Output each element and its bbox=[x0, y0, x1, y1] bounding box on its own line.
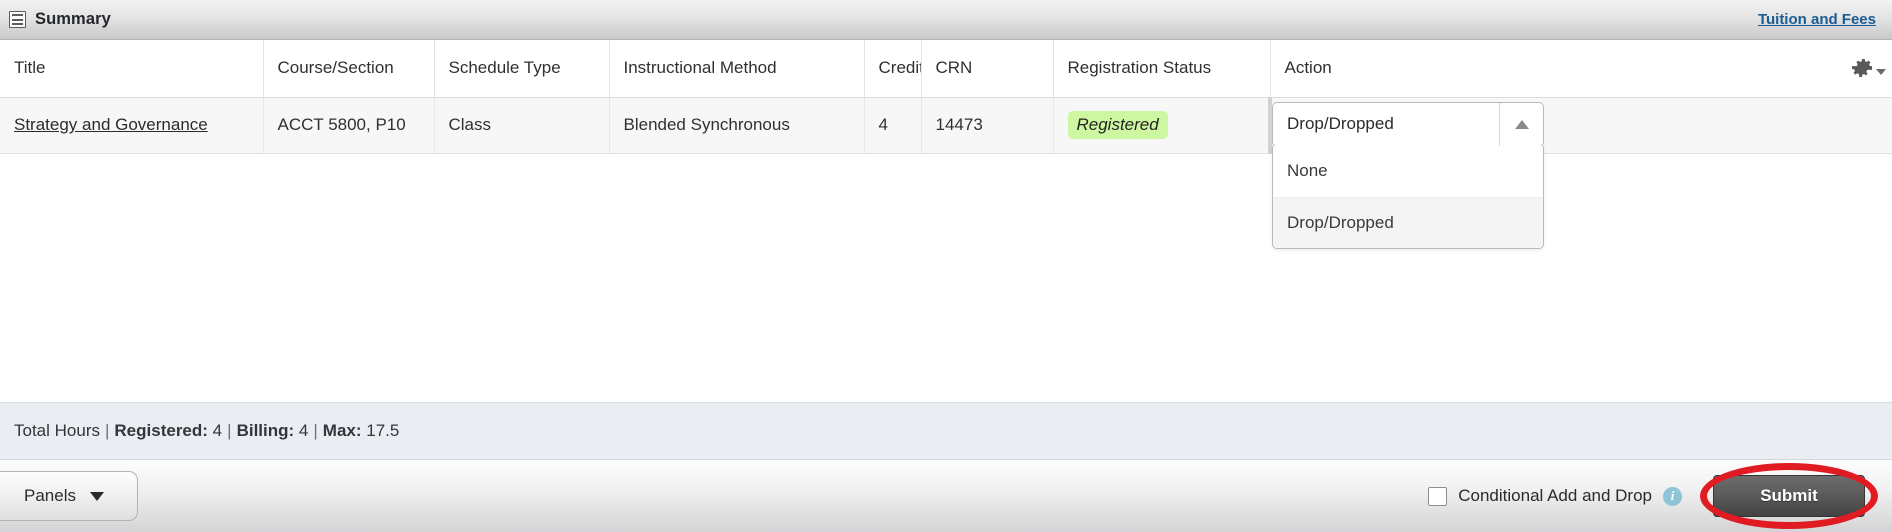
totals-separator-1: | bbox=[104, 421, 110, 440]
cell-crn: 14473 bbox=[921, 97, 1054, 154]
max-hours-value: 17.5 bbox=[366, 421, 400, 440]
billing-hours-label: Billing: bbox=[236, 421, 295, 440]
tuition-and-fees-link[interactable]: Tuition and Fees bbox=[1758, 11, 1876, 28]
panels-button-label: Panels bbox=[24, 486, 76, 505]
column-header-schedule-type[interactable]: Schedule Type bbox=[434, 40, 610, 98]
total-hours-summary: Total Hours | Registered: 4 | Billing: 4… bbox=[0, 402, 1892, 460]
submit-button[interactable]: Submit bbox=[1713, 475, 1865, 517]
action-dropdown-toggle[interactable] bbox=[1499, 102, 1543, 146]
totals-separator-3: | bbox=[313, 421, 318, 440]
grid-icon bbox=[9, 11, 26, 28]
action-dropdown-list[interactable]: None Drop/Dropped bbox=[1272, 145, 1544, 249]
action-dropdown-control[interactable]: Drop/Dropped bbox=[1272, 101, 1544, 147]
total-hours-label: Total Hours bbox=[14, 421, 100, 440]
summary-table: Title Course/Section Schedule Type Instr… bbox=[0, 40, 1892, 249]
conditional-add-drop-checkbox[interactable] bbox=[1428, 486, 1448, 506]
course-title-link[interactable]: Strategy and Governance bbox=[14, 115, 208, 134]
panel-header-left: Summary bbox=[0, 10, 111, 29]
panel-header: Summary Tuition and Fees bbox=[0, 0, 1892, 40]
chevron-down-icon bbox=[89, 491, 104, 501]
cell-title: Strategy and Governance bbox=[0, 97, 264, 154]
bottom-action-bar: Panels Conditional Add and Drop i Submit bbox=[0, 460, 1892, 532]
gear-icon[interactable] bbox=[1849, 55, 1875, 81]
action-dropdown-option-none[interactable]: None bbox=[1273, 146, 1543, 197]
cell-action: Drop/Dropped None Drop/Dropped bbox=[1268, 97, 1892, 249]
cell-credits: 4 bbox=[864, 97, 922, 154]
table-settings-control[interactable] bbox=[1849, 55, 1886, 81]
column-header-instructional-method[interactable]: Instructional Method bbox=[609, 40, 865, 98]
submit-button-wrapper: Submit bbox=[1700, 463, 1878, 529]
summary-table-container: Title Course/Section Schedule Type Instr… bbox=[0, 40, 1892, 402]
column-header-credits[interactable]: Credits bbox=[864, 40, 922, 98]
column-header-registration-status[interactable]: Registration Status bbox=[1053, 40, 1271, 98]
billing-hours-value: 4 bbox=[298, 421, 309, 440]
cell-schedule-type: Class bbox=[434, 97, 610, 154]
totals-separator-2: | bbox=[227, 421, 232, 440]
registered-hours-value: 4 bbox=[212, 421, 223, 440]
panels-button[interactable]: Panels bbox=[0, 471, 138, 521]
chevron-down-icon[interactable] bbox=[1876, 69, 1886, 76]
registered-hours-label: Registered: bbox=[114, 421, 208, 440]
cell-registration-status: Registered bbox=[1053, 97, 1271, 154]
panel-header-right: Tuition and Fees bbox=[1758, 11, 1892, 29]
column-header-action-label: Action bbox=[1284, 58, 1332, 78]
action-dropdown-value: Drop/Dropped bbox=[1287, 114, 1394, 133]
status-badge: Registered bbox=[1067, 111, 1168, 139]
max-hours-label: Max: bbox=[322, 421, 362, 440]
action-dropdown-option-drop-dropped[interactable]: Drop/Dropped bbox=[1273, 196, 1543, 248]
cell-instructional-method: Blended Synchronous bbox=[609, 97, 865, 154]
table-row: Strategy and Governance ACCT 5800, P10 C… bbox=[0, 97, 1892, 249]
table-header-row: Title Course/Section Schedule Type Instr… bbox=[0, 40, 1892, 98]
column-header-title[interactable]: Title bbox=[0, 40, 264, 98]
conditional-add-drop-label[interactable]: Conditional Add and Drop bbox=[1458, 486, 1652, 506]
column-header-crn[interactable]: CRN bbox=[921, 40, 1054, 98]
cell-course-section: ACCT 5800, P10 bbox=[263, 97, 435, 154]
info-icon[interactable]: i bbox=[1663, 486, 1682, 506]
page-title: Summary bbox=[35, 10, 111, 28]
bottom-bar-right: Conditional Add and Drop i Submit bbox=[1428, 463, 1892, 529]
column-header-course-section[interactable]: Course/Section bbox=[263, 40, 435, 98]
action-dropdown[interactable]: Drop/Dropped None Drop/Dropped bbox=[1272, 101, 1544, 249]
chevron-up-icon bbox=[1514, 119, 1529, 129]
column-header-action[interactable]: Action bbox=[1270, 40, 1892, 98]
